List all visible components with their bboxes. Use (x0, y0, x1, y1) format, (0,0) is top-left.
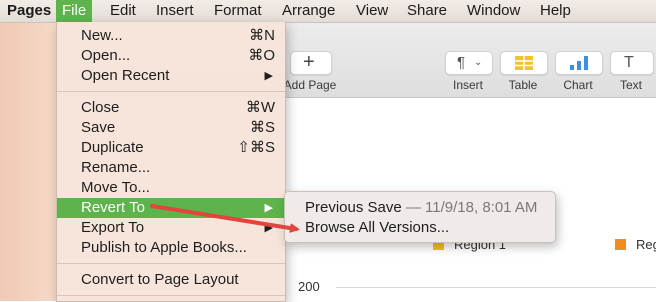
chart-label: Chart (563, 78, 593, 92)
gridline (336, 287, 656, 288)
axis-tick-label: 200 (298, 279, 320, 294)
chevron-down-icon: ⌄ (474, 57, 483, 68)
menu-arrange[interactable]: Arrange (276, 0, 341, 22)
text-label: Text (619, 78, 642, 92)
menu-share[interactable]: Share (401, 0, 453, 22)
menu-format[interactable]: Format (208, 0, 268, 22)
menu-item-duplicate[interactable]: Duplicate ⇧⌘S (57, 138, 285, 158)
sidebar (0, 23, 64, 301)
chart-button[interactable] (555, 51, 603, 75)
menu-view[interactable]: View (350, 0, 394, 22)
menu-item-move-to[interactable]: Move To... (57, 178, 285, 198)
add-page-button[interactable]: + (290, 51, 332, 75)
menu-separator (57, 263, 285, 264)
menu-item-convert-page-layout[interactable]: Convert to Page Layout (57, 270, 285, 290)
file-menu: New... ⌘N Open... ⌘O Open Recent ▶ Close… (56, 22, 286, 302)
table-button[interactable] (500, 51, 548, 75)
menu-insert[interactable]: Insert (150, 0, 200, 22)
submenu-arrow-icon: ▶ (264, 222, 273, 234)
menu-pages[interactable]: Pages (1, 0, 57, 22)
previous-save-date: — 11/9/18, 8:01 AM (405, 199, 538, 216)
menu-item-publish-apple-books[interactable]: Publish to Apple Books... (57, 238, 285, 258)
menu-item-save[interactable]: Save ⌘S (57, 118, 285, 138)
legend-swatch-region2 (615, 239, 626, 250)
chart-icon (570, 56, 588, 70)
plus-icon: + (303, 51, 315, 73)
legend-label-region2: Reg (636, 237, 656, 252)
text-icon: T (624, 54, 634, 71)
menu-item-new[interactable]: New... ⌘N (57, 26, 285, 46)
menu-separator (57, 295, 285, 296)
text-button[interactable]: T (610, 51, 654, 75)
submenu-item-previous-save[interactable]: Previous Save — 11/9/18, 8:01 AM (285, 198, 555, 218)
submenu-arrow-icon: ▶ (264, 70, 273, 82)
submenu-arrow-icon: ▶ (264, 202, 273, 214)
add-page-label: Add Page (283, 78, 337, 92)
table-label: Table (508, 78, 538, 92)
menu-item-open[interactable]: Open... ⌘O (57, 46, 285, 66)
submenu-item-browse-all-versions[interactable]: Browse All Versions... (285, 218, 555, 238)
menu-edit[interactable]: Edit (104, 0, 142, 22)
menu-file[interactable]: File (56, 0, 93, 22)
table-icon (515, 56, 533, 70)
menu-window[interactable]: Window (461, 0, 526, 22)
menu-item-close[interactable]: Close ⌘W (57, 98, 285, 118)
menu-help[interactable]: Help (534, 0, 577, 22)
revert-submenu: Previous Save — 11/9/18, 8:01 AM Browse … (284, 191, 556, 243)
menu-item-revert-to[interactable]: Revert To ▶ (57, 198, 285, 218)
menu-bar: Pages File Edit Insert Format Arrange Vi… (0, 0, 656, 23)
paragraph-icon: ¶ (457, 54, 466, 71)
menu-item-rename[interactable]: Rename... (57, 158, 285, 178)
menu-item-export-to[interactable]: Export To ▶ (57, 218, 285, 238)
menu-item-open-recent[interactable]: Open Recent ▶ (57, 66, 285, 86)
insert-label: Insert (452, 78, 483, 92)
insert-button[interactable]: ¶ ⌄ (445, 51, 493, 75)
previous-save-label: Previous Save (305, 199, 402, 216)
menu-separator (57, 91, 285, 92)
